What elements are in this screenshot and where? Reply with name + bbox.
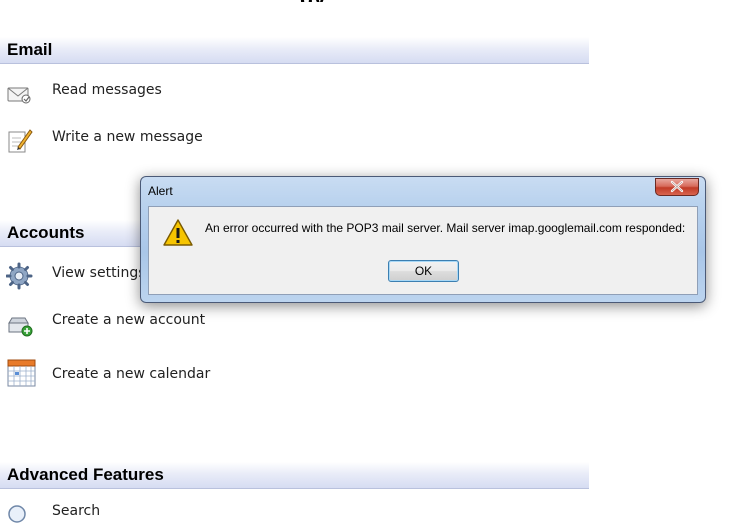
alert-dialog: Alert An error occurred with the POP3 ma… — [140, 176, 706, 303]
read-messages-link[interactable]: Read messages — [0, 75, 600, 107]
search-link[interactable]: Search — [0, 496, 600, 528]
close-button[interactable] — [655, 178, 699, 196]
section-title-advanced: Advanced Features — [7, 465, 164, 484]
view-settings-label: View settings — [52, 265, 146, 281]
section-header-advanced: Advanced Features — [0, 462, 589, 489]
page-heading-clipped: gy — [300, 0, 420, 2]
create-account-label: Create a new account — [52, 312, 206, 328]
write-message-link[interactable]: Write a new message — [0, 122, 600, 154]
ok-button[interactable]: OK — [388, 260, 459, 282]
create-account-link[interactable]: Create a new account — [0, 305, 600, 337]
close-icon — [670, 180, 684, 193]
read-messages-label: Read messages — [52, 82, 162, 98]
section-title-accounts: Accounts — [7, 223, 85, 242]
alert-message: An error occurred with the POP3 mail ser… — [205, 221, 686, 235]
search-label: Search — [52, 503, 101, 519]
calendar-icon — [6, 358, 36, 387]
create-calendar-link[interactable]: Create a new calendar — [0, 359, 600, 391]
alert-title: Alert — [148, 184, 173, 198]
add-account-icon — [6, 309, 34, 337]
create-calendar-label: Create a new calendar — [52, 366, 211, 382]
warning-icon — [162, 218, 194, 248]
gear-settings-icon — [5, 262, 34, 290]
search-icon — [6, 500, 34, 528]
write-message-label: Write a new message — [52, 129, 203, 145]
section-header-email: Email — [0, 37, 589, 64]
alert-body: An error occurred with the POP3 mail ser… — [148, 206, 698, 295]
section-title-email: Email — [7, 40, 53, 59]
envelope-read-icon — [6, 79, 34, 107]
compose-pencil-icon — [6, 126, 34, 154]
